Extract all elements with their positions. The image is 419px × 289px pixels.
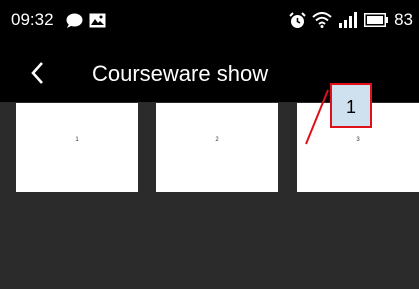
page-title: Courseware show	[92, 61, 269, 86]
status-left-icons	[66, 13, 106, 34]
annotation-label: 1	[345, 97, 356, 117]
status-bar: 09:32 83	[0, 0, 419, 44]
annotation-callout: 1	[330, 83, 372, 128]
status-time: 09:32	[11, 10, 54, 29]
annotation-pointer-line	[305, 89, 329, 145]
slide-thumbnail-2[interactable]: 2	[156, 103, 278, 192]
image-icon	[89, 13, 106, 34]
wifi-icon	[312, 12, 332, 28]
chevron-left-icon[interactable]	[28, 61, 48, 85]
status-right-icons: 83	[289, 10, 413, 30]
battery-level: 83	[394, 10, 413, 29]
slide-number: 1	[75, 137, 79, 143]
slide-thumbnail-1[interactable]: 1	[16, 103, 138, 192]
slide-number: 2	[215, 137, 219, 143]
chat-bubble-icon	[66, 13, 83, 34]
app-screen: 09:32 83 Courseware show 1 2 3 1	[0, 0, 419, 289]
alarm-icon	[289, 11, 306, 29]
signal-icon	[338, 12, 358, 28]
battery-icon	[364, 13, 389, 27]
